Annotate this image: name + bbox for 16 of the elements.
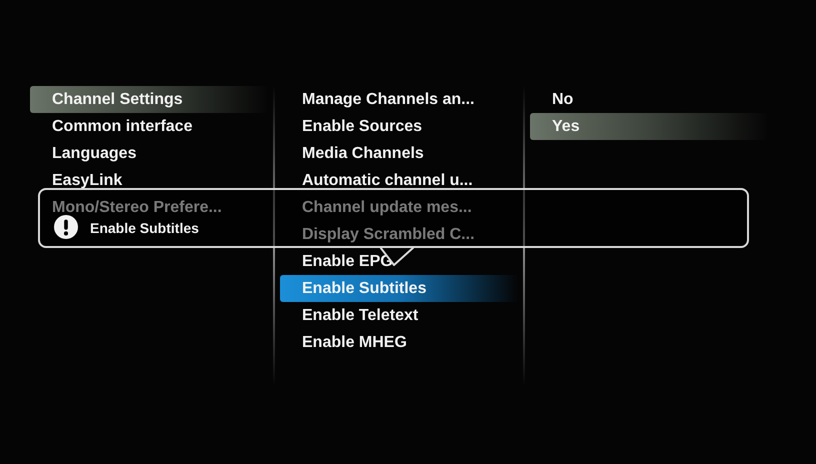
menu-item[interactable]: Enable Sources (280, 113, 518, 140)
menu-item[interactable]: Manage Channels an... (280, 86, 518, 113)
menu-item[interactable]: Languages (30, 140, 268, 167)
menu-item[interactable]: EasyLink (30, 167, 268, 194)
menu-item[interactable]: Enable Subtitles (280, 275, 518, 302)
menu-item[interactable]: Display Scrambled C... (280, 221, 518, 248)
menu-item[interactable]: Enable Teletext (280, 302, 518, 329)
menu-item[interactable]: Mono/Stereo Prefere... (30, 194, 268, 221)
menu-item[interactable]: Media Channels (280, 140, 518, 167)
menu-item[interactable]: Common interface (30, 113, 268, 140)
menu-item[interactable]: Enable MHEG (280, 329, 518, 356)
tooltip-text: Enable Subtitles (90, 220, 199, 238)
menu-item[interactable]: Automatic channel u... (280, 167, 518, 194)
menu-item[interactable]: No (530, 86, 768, 113)
menu-item[interactable]: Channel update mes... (280, 194, 518, 221)
exclamation-icon (54, 215, 78, 239)
